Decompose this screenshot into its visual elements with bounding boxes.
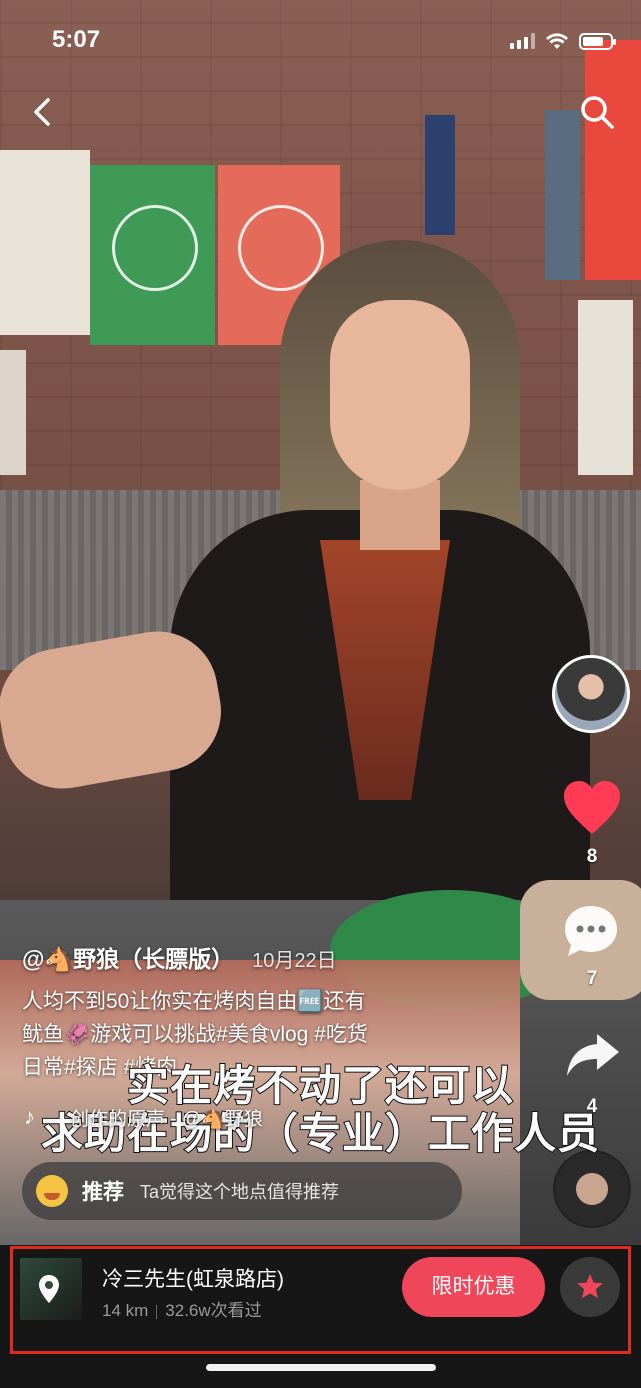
- comment-count: 7: [586, 968, 598, 989]
- wall-flyer: [0, 350, 26, 475]
- heart-icon[interactable]: [562, 780, 622, 836]
- cellular-signal-icon: [510, 33, 535, 49]
- shop-views: 32.6w次看过: [165, 1301, 262, 1320]
- music-disc[interactable]: [553, 1150, 631, 1228]
- search-icon[interactable]: [577, 92, 617, 132]
- music-info[interactable]: 创作的原声 - @🐴野狼: [70, 1104, 263, 1131]
- author-line: @🐴野狼（长膘版） 10月22日: [22, 940, 337, 974]
- star-icon: [577, 1274, 603, 1299]
- recommendation-text: Ta觉得这个地点值得推荐: [140, 1182, 340, 1202]
- favorite-button[interactable]: [560, 1257, 620, 1317]
- status-icons: [510, 32, 616, 50]
- video-person: [170, 240, 590, 960]
- location-pin-icon: [39, 1275, 59, 1303]
- music-text: 创作的原声 - @🐴野狼: [70, 1109, 263, 1130]
- recommendation-pill[interactable]: 推荐 Ta觉得这个地点值得推荐: [22, 1162, 462, 1220]
- like-count: 8: [586, 846, 598, 867]
- limited-offer-button[interactable]: 限时优惠: [402, 1257, 545, 1317]
- status-time: 5:07: [52, 26, 101, 53]
- description-line: 人均不到50让你实在烤肉自由🆓还有: [22, 990, 366, 1013]
- smile-emoji-icon: [36, 1175, 68, 1207]
- meta-divider: [156, 1304, 158, 1319]
- comment-icon[interactable]: [562, 902, 620, 960]
- battery-icon: [579, 32, 616, 50]
- face: [330, 300, 470, 490]
- author-handle[interactable]: @🐴野狼（长膘版）: [22, 946, 234, 972]
- battery-level: [583, 36, 603, 46]
- description-line: 鱿鱼🦑游戏可以挑战#美食vlog #吃货: [22, 1023, 368, 1046]
- shop-meta: 14 km 32.6w次看过: [102, 1296, 262, 1321]
- wifi-icon: [546, 33, 568, 49]
- neck: [360, 480, 440, 550]
- wall-flyer: [0, 150, 90, 335]
- author-avatar[interactable]: [552, 655, 630, 733]
- shop-distance: 14 km: [102, 1301, 149, 1320]
- blue-sign: [425, 115, 455, 235]
- shop-name[interactable]: 冷三先生(虹泉路店): [102, 1263, 284, 1293]
- post-date: 10月22日: [252, 950, 337, 972]
- red-sign: [585, 40, 641, 280]
- back-icon[interactable]: [24, 92, 64, 132]
- status-bar: 5:07: [0, 22, 641, 62]
- music-note-icon: ♪: [24, 1104, 35, 1129]
- home-indicator[interactable]: [206, 1364, 436, 1371]
- recommendation-title: 推荐: [82, 1181, 124, 1204]
